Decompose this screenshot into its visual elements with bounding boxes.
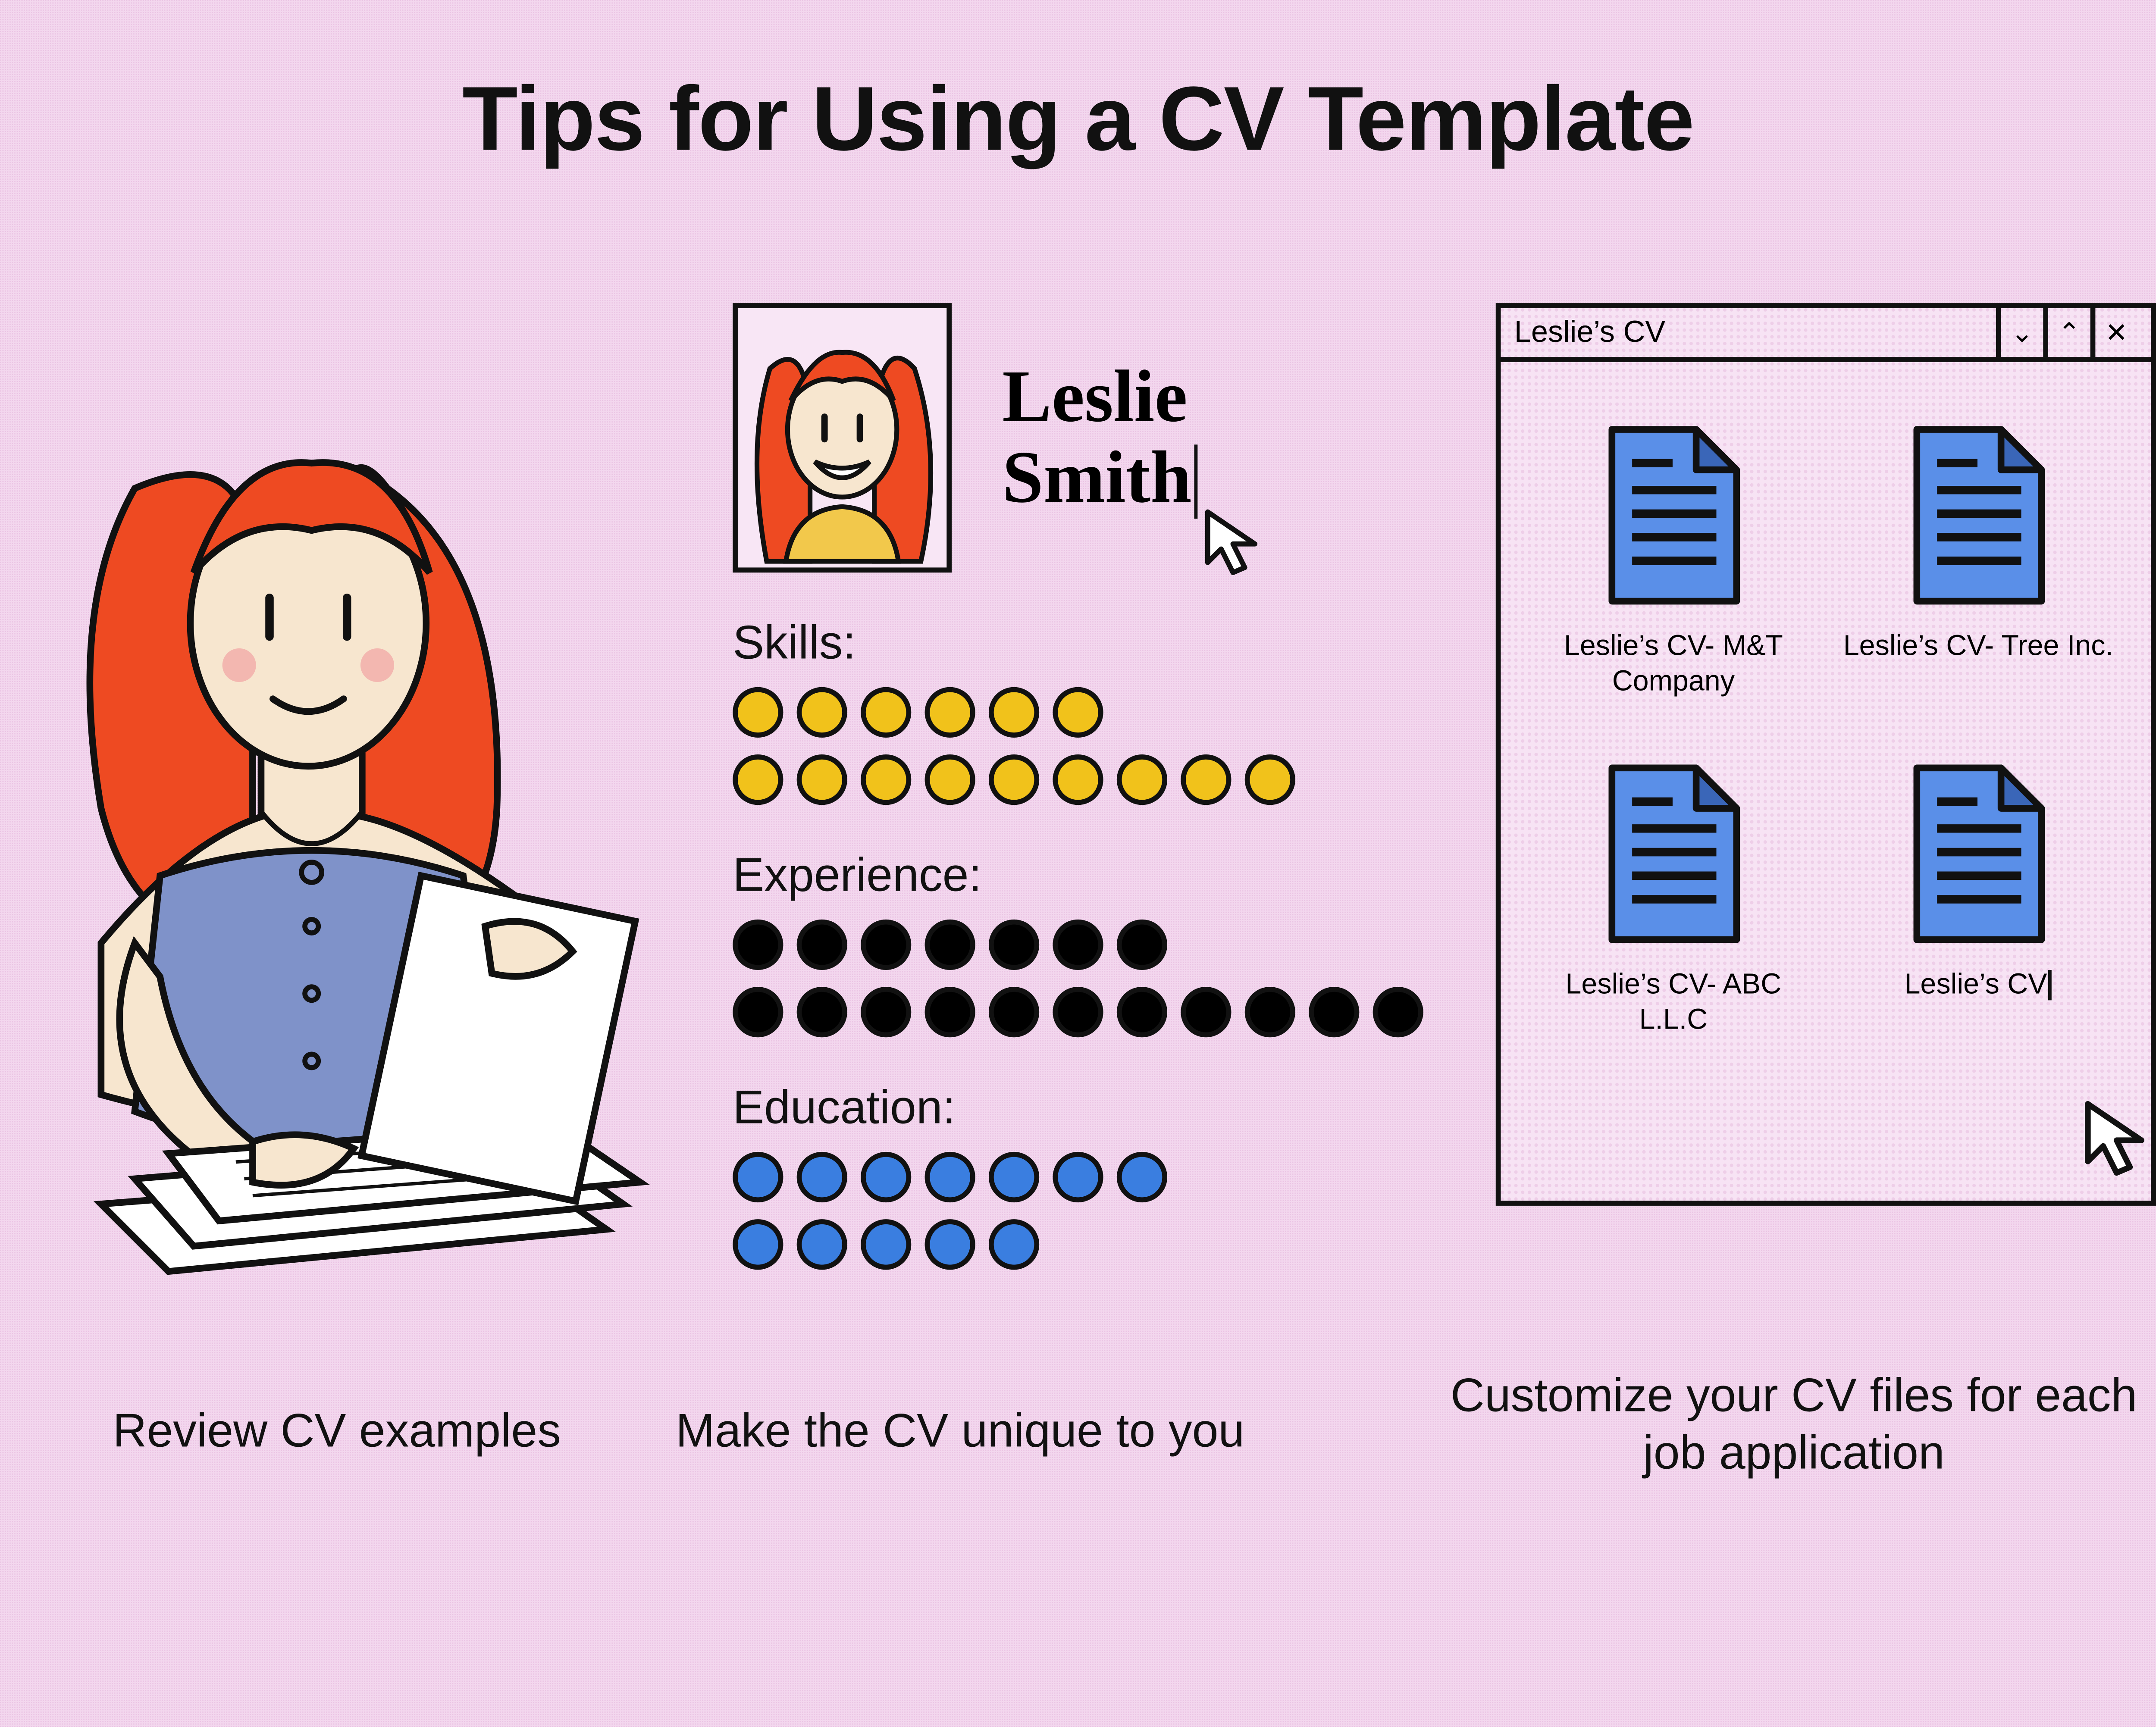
dot [1181,987,1231,1037]
woman-reading-illustration [0,370,674,1314]
dot [861,1152,911,1202]
dot [989,687,1039,738]
file-item[interactable]: Leslie’s CV- M&T Company [1531,422,1816,700]
file-label: Leslie’s CV- ABC L.L.C [1531,966,1816,1037]
window-title-text: Leslie’s CV [1514,315,1665,350]
cv-name: Leslie Smith [1002,357,1198,519]
file-item[interactable]: Leslie’s CV- Tree Inc. [1836,422,2121,700]
dot [1117,920,1167,970]
window-max-button[interactable]: ⌃ [2043,308,2090,357]
file-window: Leslie’s CV ⌄ ⌃ ✕ Leslie’s CV- M&T Compa… [1496,303,2156,1206]
window-close-button[interactable]: ✕ [2090,308,2137,357]
dot [1053,1152,1103,1202]
dot [1053,987,1103,1037]
dot [989,754,1039,805]
dot [1053,754,1103,805]
dot [797,920,847,970]
dot [925,754,975,805]
dot [1309,987,1359,1037]
dot [925,687,975,738]
cv-section-skills: Skills: [733,616,1457,805]
dot [861,920,911,970]
dot [797,987,847,1037]
text-cursor [1195,445,1198,519]
dot [1245,987,1295,1037]
dot [1053,920,1103,970]
skills-label: Skills: [733,616,1457,670]
text-cursor [2049,970,2052,1000]
file-item[interactable]: Leslie’s CV- ABC L.L.C [1531,760,1816,1038]
dot [989,920,1039,970]
dot [989,987,1039,1037]
window-titlebar[interactable]: Leslie’s CV ⌄ ⌃ ✕ [1501,308,2151,362]
dot [1245,754,1295,805]
dot [989,1219,1039,1270]
cv-name-first: Leslie [1002,355,1188,437]
dot [1373,987,1423,1037]
dot [1117,1152,1167,1202]
dot [733,987,783,1037]
dot [797,754,847,805]
dot [1181,754,1231,805]
dot [861,687,911,738]
education-label: Education: [733,1081,1457,1135]
cv-name-last: Smith [1002,436,1191,519]
dot [989,1152,1039,1202]
dot [861,1219,911,1270]
pointer-cursor-icon [2080,1096,2156,1180]
window-min-button[interactable]: ⌄ [1996,308,2043,357]
dot [733,1219,783,1270]
dot [925,920,975,970]
caption-customize: Customize your CV files for each job app… [1448,1367,2139,1480]
cv-photo-frame [733,303,952,573]
dot [861,754,911,805]
dot [733,1152,783,1202]
experience-label: Experience: [733,849,1457,903]
caption-review: Review CV examples [34,1405,640,1458]
dot [797,1219,847,1270]
pointer-cursor-icon [1202,506,1276,580]
cv-section-experience: Experience: [733,849,1457,1038]
file-label: Leslie’s CV [1836,966,2121,1001]
dot [925,1152,975,1202]
file-label: Leslie’s CV- Tree Inc. [1836,628,2121,664]
dot [925,987,975,1037]
dot [1053,687,1103,738]
dot [733,754,783,805]
dot [925,1219,975,1270]
file-item[interactable]: Leslie’s CV [1836,760,2121,1038]
cv-preview: Leslie Smith Skills: Experience: Educati… [733,303,1457,1286]
dot [797,687,847,738]
dot [733,920,783,970]
dot [1117,987,1167,1037]
dot [733,687,783,738]
cv-section-education: Education: [733,1081,1457,1270]
cv-photo-portrait [738,303,946,567]
caption-unique: Make the CV unique to you [623,1405,1297,1458]
file-label: Leslie’s CV- M&T Company [1531,628,1816,700]
dot [1117,754,1167,805]
dot [797,1152,847,1202]
page-title: Tips for Using a CV Template [0,67,2156,172]
dot [861,987,911,1037]
